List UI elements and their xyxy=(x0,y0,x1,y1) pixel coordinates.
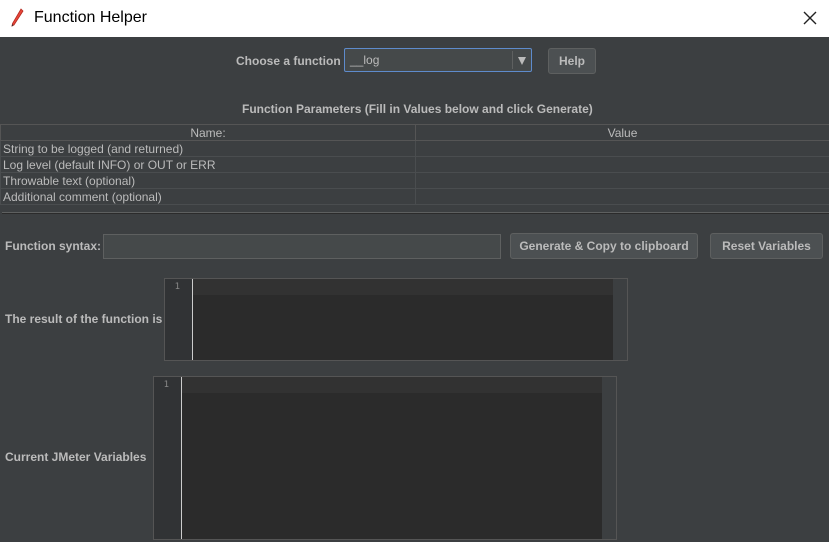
result-editor[interactable]: 1 xyxy=(164,278,628,361)
table-row[interactable]: String to be logged (and returned) xyxy=(0,140,829,157)
current-line-highlight xyxy=(182,377,602,393)
feather-pen-icon xyxy=(11,8,24,27)
param-value-cell[interactable] xyxy=(415,172,829,189)
section-divider-shadow xyxy=(2,213,829,214)
params-title: Function Parameters (Fill in Values belo… xyxy=(242,102,593,116)
param-value-cell[interactable] xyxy=(415,156,829,173)
column-header-value[interactable]: Value xyxy=(415,124,829,141)
generate-copy-button[interactable]: Generate & Copy to clipboard xyxy=(510,233,698,259)
title-bar: Function Helper xyxy=(0,0,829,37)
function-syntax-label: Function syntax: xyxy=(5,239,102,253)
line-number: 1 xyxy=(174,282,180,292)
parameters-table: Name: Value String to be logged (and ret… xyxy=(0,124,829,205)
result-label: The result of the function is xyxy=(5,312,163,326)
function-select-value: __log xyxy=(350,53,380,67)
param-name-cell[interactable]: Additional comment (optional) xyxy=(0,188,416,205)
vertical-scrollbar[interactable] xyxy=(602,377,616,539)
param-value-cell[interactable] xyxy=(415,188,829,205)
choose-function-label: Choose a function xyxy=(236,54,341,68)
table-row[interactable]: Throwable text (optional) xyxy=(0,172,829,189)
line-number-gutter: 1 xyxy=(165,279,193,360)
table-row[interactable]: Log level (default INFO) or OUT or ERR xyxy=(0,156,829,173)
function-syntax-field[interactable] xyxy=(103,234,501,259)
current-line-highlight xyxy=(193,279,613,295)
variables-label: Current JMeter Variables xyxy=(5,450,147,464)
combo-separator xyxy=(512,51,513,69)
line-number-gutter: 1 xyxy=(154,377,182,539)
table-row[interactable]: Additional comment (optional) xyxy=(0,188,829,205)
param-value-cell[interactable] xyxy=(415,140,829,157)
column-header-name[interactable]: Name: xyxy=(0,124,416,141)
param-name-cell[interactable]: Throwable text (optional) xyxy=(0,172,416,189)
variables-editor[interactable]: 1 xyxy=(153,376,617,540)
dropdown-arrow-icon[interactable] xyxy=(517,56,527,66)
reset-variables-button[interactable]: Reset Variables xyxy=(710,233,823,259)
table-header-row: Name: Value xyxy=(0,124,829,141)
function-select[interactable]: __log xyxy=(344,48,532,72)
vertical-scrollbar[interactable] xyxy=(613,279,627,360)
line-number: 1 xyxy=(163,380,169,390)
help-button[interactable]: Help xyxy=(548,48,596,74)
param-name-cell[interactable]: Log level (default INFO) or OUT or ERR xyxy=(0,156,416,173)
param-name-cell[interactable]: String to be logged (and returned) xyxy=(0,140,416,157)
window-title: Function Helper xyxy=(34,9,147,26)
close-icon[interactable] xyxy=(798,6,822,30)
